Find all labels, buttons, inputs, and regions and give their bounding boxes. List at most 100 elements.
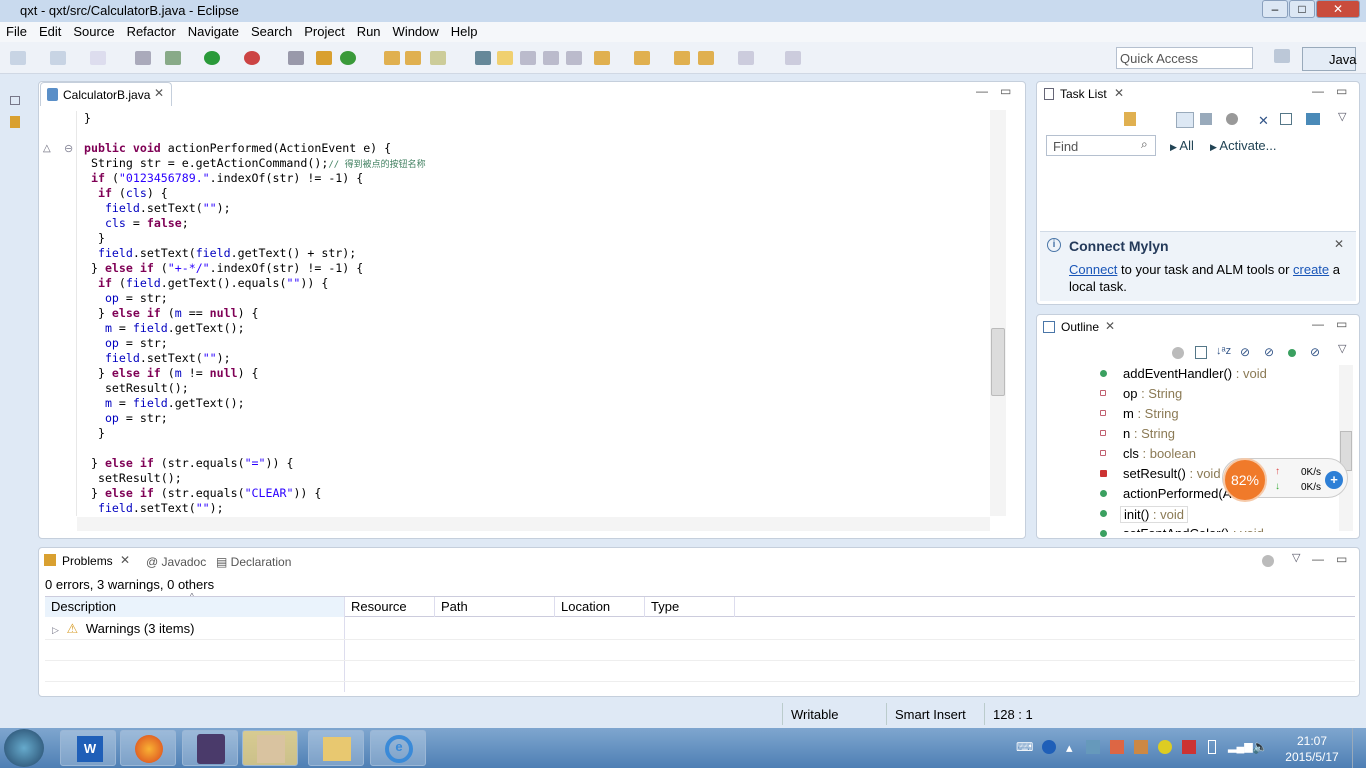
taskbar-wps-writer[interactable]: W bbox=[60, 730, 116, 766]
code-line[interactable]: op = str; bbox=[84, 291, 426, 306]
maximize-editor-icon[interactable]: ▭ bbox=[1000, 84, 1011, 98]
declaration-tab[interactable]: ▤ Declaration bbox=[216, 555, 291, 569]
code-line[interactable]: field.setText(""); bbox=[84, 201, 426, 216]
code-line[interactable]: } bbox=[84, 231, 426, 246]
hide-completed-icon[interactable]: ✕ bbox=[1258, 113, 1269, 129]
hide-nonpublic-icon[interactable] bbox=[1288, 349, 1296, 357]
javadoc-tab[interactable]: @ Javadoc bbox=[146, 555, 206, 569]
fold-collapse-icon[interactable]: ⊖ bbox=[64, 142, 73, 155]
new-task-icon[interactable] bbox=[1124, 112, 1136, 126]
maximize-outline-icon[interactable]: ▭ bbox=[1336, 317, 1347, 331]
maximize-task-list-icon[interactable]: ▭ bbox=[1336, 84, 1347, 98]
categorized-icon[interactable] bbox=[1176, 112, 1194, 128]
sync-icon[interactable] bbox=[1306, 113, 1320, 125]
code-line[interactable]: if (cls) { bbox=[84, 186, 426, 201]
package-icon[interactable] bbox=[316, 51, 332, 65]
taskbar-app[interactable] bbox=[242, 730, 298, 766]
code-line[interactable]: cls = false; bbox=[84, 216, 426, 231]
collapse-all-icon[interactable] bbox=[1195, 346, 1207, 359]
code-line[interactable]: m = field.getText(); bbox=[84, 396, 426, 411]
code-line[interactable]: if ("0123456789.".indexOf(str) != -1) { bbox=[84, 171, 426, 186]
all-link[interactable]: All bbox=[1179, 138, 1193, 153]
code-line[interactable]: op = str; bbox=[84, 336, 426, 351]
open-type-icon[interactable] bbox=[288, 51, 304, 65]
new-class-icon[interactable] bbox=[340, 51, 356, 65]
connect-link[interactable]: Connect bbox=[1069, 262, 1117, 277]
back-icon[interactable] bbox=[698, 51, 714, 65]
run-icon[interactable] bbox=[204, 51, 220, 65]
external-tools-icon[interactable] bbox=[244, 51, 260, 65]
taskbar-eclipse[interactable] bbox=[182, 730, 238, 766]
menu-search[interactable]: Search bbox=[245, 22, 298, 41]
toggle-breadcrumb-icon[interactable] bbox=[475, 51, 491, 65]
create-link[interactable]: create bbox=[1293, 262, 1329, 277]
new-type-icon[interactable] bbox=[50, 51, 66, 65]
tray-icon[interactable] bbox=[1110, 740, 1124, 754]
collapse-all-icon[interactable] bbox=[1280, 113, 1292, 125]
system-tray[interactable]: ⌨ ▴ ▂▄▆ 🔈 bbox=[1016, 739, 1268, 756]
code-line[interactable]: setResult(); bbox=[84, 471, 426, 486]
pilcrow-icon[interactable] bbox=[566, 51, 582, 65]
code-line[interactable]: } else if (m != null) { bbox=[84, 366, 426, 381]
outline-item[interactable]: cls : boolean bbox=[1123, 446, 1196, 461]
network-icon[interactable]: ▂▄▆ bbox=[1228, 740, 1253, 753]
task-find-input[interactable]: Find ⌕ bbox=[1046, 135, 1156, 156]
menu-file[interactable]: File bbox=[0, 22, 33, 41]
column-path[interactable]: Path bbox=[435, 597, 555, 617]
column-resource[interactable]: Resource bbox=[345, 597, 435, 617]
column-location[interactable]: Location bbox=[555, 597, 645, 617]
minimize-outline-icon[interactable]: — bbox=[1312, 317, 1324, 331]
package-explorer-icon[interactable] bbox=[10, 116, 20, 128]
taskbar-firefox[interactable] bbox=[120, 730, 176, 766]
help-icon[interactable] bbox=[1042, 740, 1056, 754]
restore-icon[interactable] bbox=[10, 96, 20, 105]
open-perspective-icon[interactable] bbox=[1274, 49, 1290, 63]
column-type[interactable]: Type bbox=[645, 597, 735, 617]
minimize-task-list-icon[interactable]: — bbox=[1312, 84, 1324, 98]
view-menu-icon[interactable]: ▽ bbox=[1292, 551, 1300, 564]
focus-icon[interactable] bbox=[1226, 113, 1238, 125]
maximize-problems-icon[interactable]: ▭ bbox=[1336, 552, 1347, 566]
tray-icon[interactable] bbox=[1158, 740, 1172, 754]
code-line[interactable]: } else if (str.equals("=")) { bbox=[84, 456, 426, 471]
show-whitespace-icon[interactable] bbox=[543, 51, 559, 65]
close-tab-icon[interactable]: ✕ bbox=[154, 86, 164, 100]
outline-item[interactable]: n : String bbox=[1123, 426, 1175, 441]
network-speed-widget[interactable]: 82% ↑ ↓ 0K/s 0K/s + bbox=[1222, 458, 1348, 502]
code-line[interactable]: } else if (m == null) { bbox=[84, 306, 426, 321]
view-menu-icon[interactable]: ▽ bbox=[1338, 342, 1346, 355]
outline-item[interactable]: setResult() : void bbox=[1123, 466, 1221, 481]
taskbar-ie[interactable]: e bbox=[370, 730, 426, 766]
minimize-editor-icon[interactable]: — bbox=[976, 84, 988, 98]
menu-project[interactable]: Project bbox=[298, 22, 350, 41]
activate-filter[interactable]: ▶ Activate... bbox=[1210, 138, 1277, 153]
close-button[interactable]: ✕ bbox=[1316, 0, 1360, 18]
code-line[interactable]: } else if ("+-*/".indexOf(str) != -1) { bbox=[84, 261, 426, 276]
open-folder-icon[interactable] bbox=[384, 51, 400, 65]
outline-item[interactable]: op : String bbox=[1123, 386, 1182, 401]
search-tool-icon[interactable] bbox=[430, 51, 446, 65]
outline-item[interactable]: init() : void bbox=[1120, 506, 1188, 523]
editor-tab[interactable]: CalculatorB.java ✕ bbox=[40, 82, 172, 106]
close-tab-icon[interactable]: ✕ bbox=[1105, 319, 1115, 333]
horizontal-scrollbar[interactable] bbox=[77, 517, 990, 531]
start-button[interactable] bbox=[4, 729, 44, 767]
battery-icon[interactable] bbox=[1208, 740, 1216, 754]
code-line[interactable]: m = field.getText(); bbox=[84, 321, 426, 336]
code-line[interactable]: } bbox=[84, 111, 426, 126]
debug-icon[interactable] bbox=[165, 51, 181, 65]
menu-window[interactable]: Window bbox=[387, 22, 445, 41]
code-line[interactable]: String str = e.getActionCommand();// 得到被… bbox=[84, 156, 426, 171]
open-file-icon[interactable] bbox=[405, 51, 421, 65]
scroll-thumb[interactable] bbox=[991, 328, 1005, 396]
menu-help[interactable]: Help bbox=[445, 22, 484, 41]
clock[interactable]: 21:07 2015/5/17 bbox=[1282, 733, 1342, 765]
focus-icon[interactable] bbox=[1262, 555, 1274, 567]
hide-static-icon[interactable]: ⊘ bbox=[1264, 345, 1274, 359]
code-line[interactable]: op = str; bbox=[84, 411, 426, 426]
focus-icon[interactable] bbox=[1172, 347, 1184, 359]
plus-icon[interactable]: + bbox=[1325, 471, 1343, 489]
menu-source[interactable]: Source bbox=[67, 22, 120, 41]
block-selection-icon[interactable] bbox=[520, 51, 536, 65]
all-filter[interactable]: ▶ All bbox=[1170, 138, 1194, 153]
